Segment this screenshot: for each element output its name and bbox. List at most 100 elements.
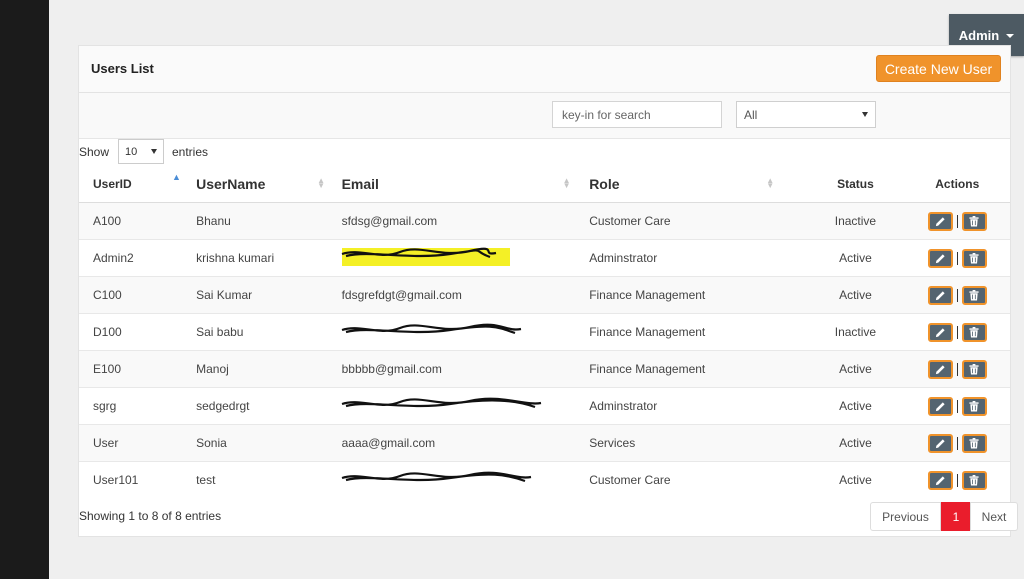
role-text: Adminstrator	[589, 399, 658, 413]
username-text: sedgedrgt	[196, 399, 250, 413]
userid-text: E100	[93, 362, 122, 376]
table-row: Admin2 krishna kumari Adminstrator Active	[79, 239, 1010, 277]
status-text: Inactive	[834, 214, 877, 228]
delete-button[interactable]	[961, 359, 987, 379]
sort-icon: ▲ ▼	[317, 176, 326, 190]
row-actions	[927, 285, 987, 305]
row-actions	[927, 359, 987, 379]
pencil-icon	[935, 253, 946, 264]
action-separator	[956, 473, 958, 487]
edit-button[interactable]	[927, 433, 953, 453]
edit-button[interactable]	[927, 211, 953, 231]
panel-header: Users List Create New User	[79, 46, 1010, 93]
column-header-label: Status	[837, 177, 874, 191]
pencil-icon	[935, 216, 946, 227]
redacted-email	[341, 397, 547, 412]
sort-icon: ▲ ▼	[766, 176, 775, 190]
redacted-email	[341, 323, 527, 338]
column-header-email[interactable]: Email ▲ ▼	[341, 166, 590, 203]
dropdown-arrow-icon	[151, 149, 157, 154]
pencil-icon	[935, 401, 946, 412]
status-text: Active	[839, 436, 872, 450]
userid-text: A100	[93, 214, 122, 228]
pencil-icon	[935, 327, 946, 338]
filter-bar: All	[79, 93, 1010, 139]
row-actions	[927, 322, 987, 342]
edit-button[interactable]	[927, 470, 953, 490]
userid-text: Admin2	[93, 251, 134, 265]
table-row: C100 Sai Kumar fdsgrefdgt@gmail.com Finance…	[79, 276, 1010, 314]
pencil-icon	[935, 475, 946, 486]
entries-label: entries	[172, 145, 209, 159]
userid-text: sgrg	[93, 399, 117, 413]
delete-button[interactable]	[961, 322, 987, 342]
delete-button[interactable]	[961, 285, 987, 305]
userid-text: D100	[93, 325, 122, 339]
table-row: E100 Manoj bbbbb@gmail.com Finance Manageme…	[79, 350, 1010, 388]
column-header-userid[interactable]: UserID ▲	[79, 166, 197, 203]
previous-page-button[interactable]: Previous	[870, 502, 941, 531]
column-header-label: Email	[341, 176, 379, 192]
left-sidebar-strip	[0, 0, 49, 579]
table-row: D100 Sai babu Finance Management Inactive	[79, 313, 1010, 351]
delete-button[interactable]	[961, 396, 987, 416]
edit-button[interactable]	[927, 322, 953, 342]
caret-down-icon	[1006, 34, 1015, 38]
column-header-label: UserID	[93, 177, 132, 191]
table-row: User Sonia aaaa@gmail.com Services Active	[79, 424, 1010, 462]
delete-button[interactable]	[961, 211, 987, 231]
column-header-username[interactable]: UserName ▲ ▼	[196, 166, 342, 203]
table-row: sgrg sedgedrgt Adminstrator Active	[79, 387, 1010, 425]
table-info: Showing 1 to 8 of 8 entries	[79, 509, 222, 523]
trash-icon	[969, 326, 979, 338]
role-text: Finance Management	[589, 362, 706, 376]
status-text: Active	[839, 251, 872, 265]
column-header-label: Role	[589, 176, 620, 192]
next-page-button[interactable]: Next	[970, 502, 1018, 531]
action-separator	[956, 288, 958, 302]
username-text: Bhanu	[196, 214, 231, 228]
action-separator	[956, 251, 958, 265]
page-title: Users List	[91, 61, 154, 76]
trash-icon	[969, 215, 979, 227]
column-header-label: UserName	[196, 176, 266, 192]
entries-length-control: Show 10 entries	[79, 139, 379, 165]
search-input[interactable]	[552, 101, 722, 128]
sort-icon: ▲ ▼	[562, 176, 571, 190]
table-header-row: UserID ▲ UserName ▲ ▼ Email ▲ ▼ Role ▲ ▼ St…	[79, 166, 1010, 203]
pagination: Previous 1 Next	[870, 502, 1018, 531]
page-1-button[interactable]: 1	[941, 502, 971, 531]
status-text: Active	[839, 473, 872, 487]
role-text: Adminstrator	[589, 251, 658, 265]
trash-icon	[969, 437, 979, 449]
dropdown-arrow-icon	[862, 112, 868, 117]
column-header-label: Actions	[935, 177, 980, 191]
row-actions	[927, 211, 987, 231]
delete-button[interactable]	[961, 433, 987, 453]
column-header-role[interactable]: Role ▲ ▼	[589, 166, 807, 203]
edit-button[interactable]	[927, 248, 953, 268]
delete-button[interactable]	[961, 248, 987, 268]
row-actions	[927, 433, 987, 453]
delete-button[interactable]	[961, 470, 987, 490]
trash-icon	[969, 289, 979, 301]
admin-menu-label: Admin	[958, 27, 1000, 43]
action-separator	[956, 399, 958, 413]
edit-button[interactable]	[927, 396, 953, 416]
edit-button[interactable]	[927, 359, 953, 379]
email-text: bbbbb@gmail.com	[341, 362, 442, 376]
role-filter-select[interactable]: All	[736, 101, 876, 128]
redacted-email	[341, 471, 537, 486]
create-user-button[interactable]: Create New User	[876, 55, 1001, 82]
trash-icon	[969, 363, 979, 375]
edit-button[interactable]	[927, 285, 953, 305]
pencil-icon	[935, 290, 946, 301]
entries-length-select[interactable]: 10	[118, 139, 164, 164]
username-text: Sai babu	[196, 325, 244, 339]
role-text: Finance Management	[589, 325, 706, 339]
pencil-icon	[935, 438, 946, 449]
status-text: Active	[839, 399, 872, 413]
userid-text: User101	[93, 473, 139, 487]
table-row: User101 test Customer Care Active	[79, 461, 1010, 498]
trash-icon	[969, 252, 979, 264]
